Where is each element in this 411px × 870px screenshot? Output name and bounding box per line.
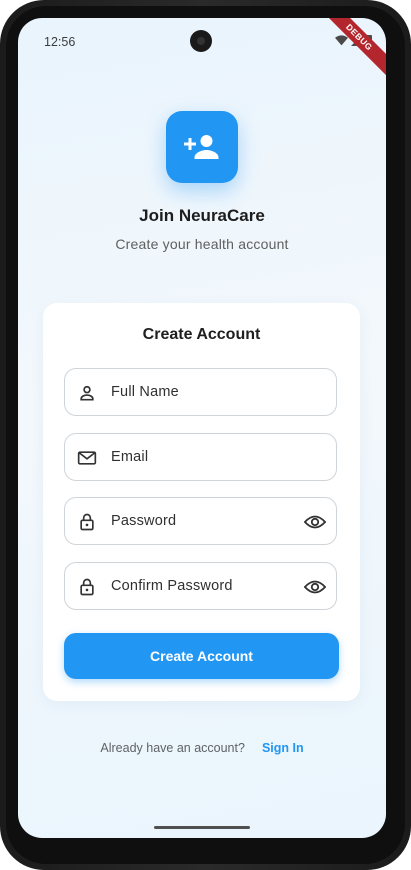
home-indicator[interactable] — [154, 826, 250, 829]
password-label: Password — [111, 513, 177, 529]
person-icon — [80, 385, 94, 401]
eye-icon[interactable] — [304, 577, 326, 597]
password-field[interactable]: Password — [64, 497, 337, 545]
card-title: Create Account — [142, 326, 261, 343]
email-field[interactable]: Email — [64, 433, 337, 481]
create-account-button[interactable]: Create Account — [64, 633, 339, 679]
camera-cutout — [190, 30, 212, 52]
sign-in-link[interactable]: Sign In — [262, 741, 304, 755]
screen: 12:56 DEBUG Join NeuraCare Create your h… — [18, 18, 386, 838]
person-add-icon — [184, 135, 219, 159]
phone-frame: 12:56 DEBUG Join NeuraCare Create your h… — [0, 0, 411, 870]
full-name-field[interactable]: Full Name — [64, 368, 337, 416]
eye-icon[interactable] — [304, 512, 326, 532]
status-time: 12:56 — [44, 35, 76, 49]
confirm-password-field[interactable]: Confirm Password — [64, 562, 337, 610]
signup-card: Create Account Full Name Email Password … — [43, 303, 360, 701]
signin-prompt-text: Already have an account? — [100, 741, 245, 755]
full-name-label: Full Name — [111, 384, 179, 400]
page-title: Join NeuraCare — [139, 206, 265, 225]
mail-icon — [77, 451, 97, 465]
signin-prompt: Already have an account? Sign In — [18, 741, 386, 755]
debug-banner: DEBUG — [314, 18, 386, 82]
email-label: Email — [111, 449, 149, 465]
page-subtitle: Create your health account — [115, 236, 289, 252]
confirm-password-label: Confirm Password — [111, 578, 233, 594]
app-logo — [166, 111, 238, 183]
lock-icon — [80, 578, 94, 596]
lock-icon — [80, 513, 94, 531]
